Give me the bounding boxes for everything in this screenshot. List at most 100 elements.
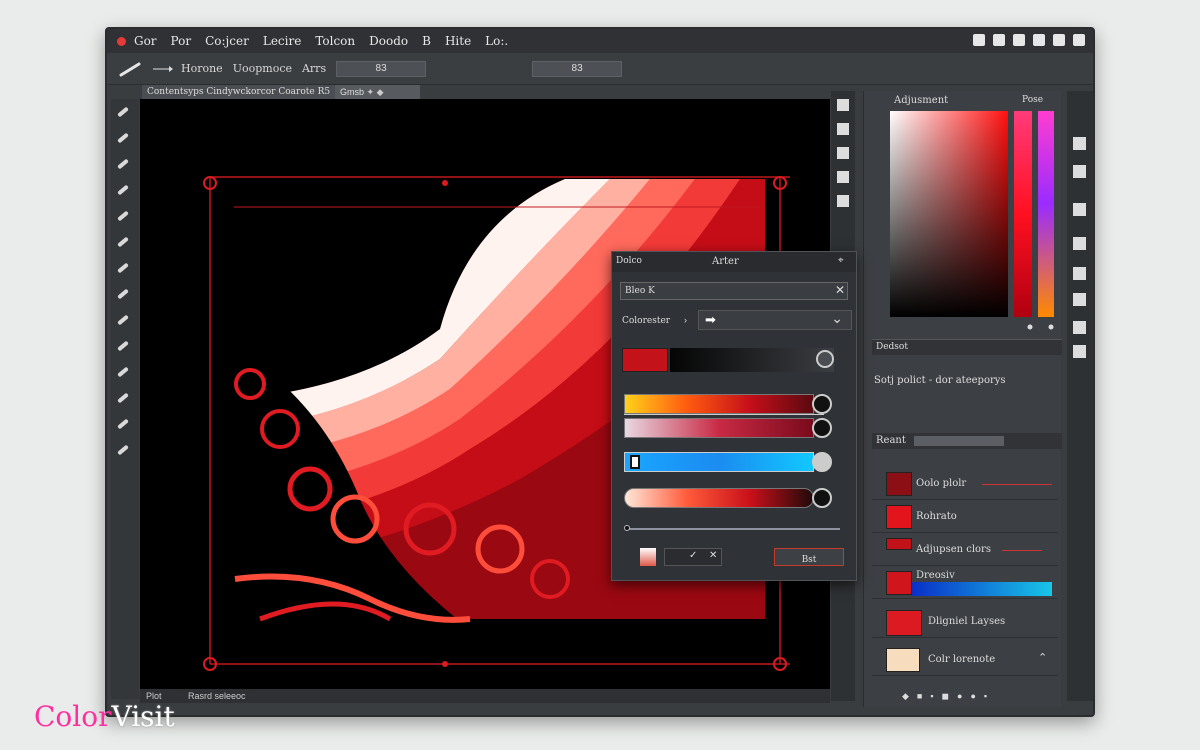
eye-icon[interactable] (1073, 321, 1086, 334)
menu-item[interactable]: Lo:. (485, 34, 508, 48)
arrow-right-icon[interactable] (151, 63, 173, 75)
pen-icon[interactable] (1073, 203, 1086, 216)
tag-icon[interactable] (1033, 34, 1045, 46)
option-label: Uoopmoce (232, 62, 292, 75)
menu-item[interactable]: Doodo (369, 34, 408, 48)
grid-icon[interactable] (1073, 293, 1086, 306)
link-icon[interactable] (1073, 345, 1086, 358)
layer-progress (912, 582, 1052, 596)
pin-icon[interactable] (837, 147, 849, 159)
hand-tool-icon[interactable] (117, 443, 131, 457)
hue-slider[interactable] (624, 418, 814, 438)
saturation-slider[interactable] (624, 394, 814, 414)
brush-tool-icon[interactable] (117, 261, 131, 275)
crop-tool-icon[interactable] (117, 209, 131, 223)
layer-row[interactable]: Oolo plolr (872, 467, 1058, 500)
dialog-title-left: Dolco (616, 256, 642, 266)
move-tool-icon[interactable] (117, 105, 131, 119)
marquee-tool-icon[interactable] (117, 131, 131, 145)
menu-item[interactable]: Gor (134, 34, 157, 48)
pen-tool-icon[interactable] (117, 365, 131, 379)
menu-item[interactable]: Co:jcer (205, 34, 249, 48)
layer-name: Oolo plolr (916, 478, 967, 489)
select-dropdown[interactable]: ➡ ⌄ (698, 310, 852, 330)
option-field[interactable]: 83 (336, 60, 427, 77)
color-swatch[interactable] (622, 348, 668, 372)
detail-bar: Dedsot (872, 339, 1062, 355)
layer-row[interactable]: Colr lorenote ⌃ (872, 643, 1058, 676)
blue-slider[interactable] (624, 452, 814, 472)
pen-icon[interactable] (837, 123, 849, 135)
search-field[interactable]: Bleo K ✕ (620, 282, 848, 300)
grid-icon[interactable] (837, 99, 849, 111)
slider-knob-icon[interactable] (812, 488, 832, 508)
settings-icon[interactable] (973, 34, 985, 46)
tag-icon[interactable] (1013, 34, 1025, 46)
close-dot-icon[interactable] (117, 36, 126, 46)
document-tab-secondary[interactable]: Gmsb ✦ ◆ (335, 85, 420, 100)
wand-tool-icon[interactable] (117, 183, 131, 197)
close-icon[interactable]: ✕ (709, 550, 717, 561)
opacity-bar[interactable] (914, 436, 1004, 446)
layer-thumbnail (886, 648, 920, 672)
slider-knob-icon[interactable] (812, 452, 832, 472)
chevron-down-icon: ⌄ (831, 310, 843, 326)
knob-icon[interactable] (816, 350, 834, 368)
eyedropper-tool-icon[interactable] (117, 235, 131, 249)
window-controls (973, 34, 1085, 46)
color-picker[interactable] (890, 111, 1062, 331)
adjustment-title: Adjusment (894, 95, 949, 106)
layer-row[interactable]: Dreosiv (872, 566, 1058, 599)
brush-icon[interactable] (119, 61, 141, 77)
brush-icon[interactable] (837, 171, 849, 183)
layer-name: Colr lorenote (928, 654, 996, 665)
text-tool-icon[interactable] (117, 391, 131, 405)
user-icon[interactable] (993, 34, 1005, 46)
gradient-tool-icon[interactable] (117, 313, 131, 327)
layer-name: Dligniel Layses (928, 616, 1006, 627)
layer-thumbnail (886, 505, 912, 529)
grid-icon[interactable] (1053, 34, 1065, 46)
menu-item[interactable]: Lecire (263, 34, 301, 48)
layer-row[interactable]: Dligniel Layses (872, 605, 1058, 638)
triangle-icon[interactable] (837, 195, 849, 207)
pin-icon[interactable] (1073, 267, 1086, 280)
menu-item[interactable]: Tolcon (315, 34, 355, 48)
select-label: Colorester (622, 316, 671, 326)
option-field[interactable]: 83 (532, 60, 623, 77)
detail-label: Dedsot (876, 342, 908, 352)
layer-actions[interactable]: ◆■▪◼●●▪ (902, 691, 995, 702)
blur-tool-icon[interactable] (117, 339, 131, 353)
value-field[interactable]: ✓ ✕ (664, 548, 722, 566)
menu-item[interactable]: B (422, 34, 431, 48)
slider-knob-icon[interactable] (812, 418, 832, 438)
menu-item[interactable]: Por (171, 34, 192, 48)
brand-part1: Color (34, 700, 112, 733)
range-line[interactable] (626, 528, 840, 530)
left-toolbar (111, 99, 139, 699)
tools-icon[interactable] (1073, 34, 1085, 46)
shape-tool-icon[interactable] (117, 417, 131, 431)
lasso-tool-icon[interactable] (117, 157, 131, 171)
status-bar: Plot Rasrd seleeoc (140, 689, 830, 703)
close-icon[interactable]: ✕ (835, 283, 845, 297)
camera-icon[interactable] (1073, 237, 1086, 250)
document-tab2-label: Gmsb (340, 87, 365, 97)
pin-icon[interactable]: ⌖ (838, 255, 844, 266)
layer-row[interactable]: Rohrato (872, 500, 1058, 533)
range-handle[interactable] (624, 525, 630, 531)
slider-knob-icon[interactable] (812, 394, 832, 414)
color-swatch-bar[interactable] (670, 348, 834, 372)
document-tab-title: Contentsyps Cindywckorcor Coarote (147, 87, 315, 97)
layer-row[interactable]: Adjupsen clors (872, 533, 1058, 566)
curve-icon[interactable] (1073, 137, 1086, 150)
menu-item[interactable]: Hite (445, 34, 471, 48)
levels-icon[interactable] (1073, 165, 1086, 178)
chevron-up-icon[interactable]: ⌃ (1038, 651, 1047, 664)
slider-handle[interactable] (630, 455, 640, 469)
eraser-tool-icon[interactable] (117, 287, 131, 301)
ok-button[interactable]: Bst (774, 548, 844, 566)
brand-part2: Visit (111, 700, 175, 733)
adjustment-mode[interactable]: Pose (1022, 95, 1043, 105)
tone-slider[interactable] (624, 488, 814, 508)
